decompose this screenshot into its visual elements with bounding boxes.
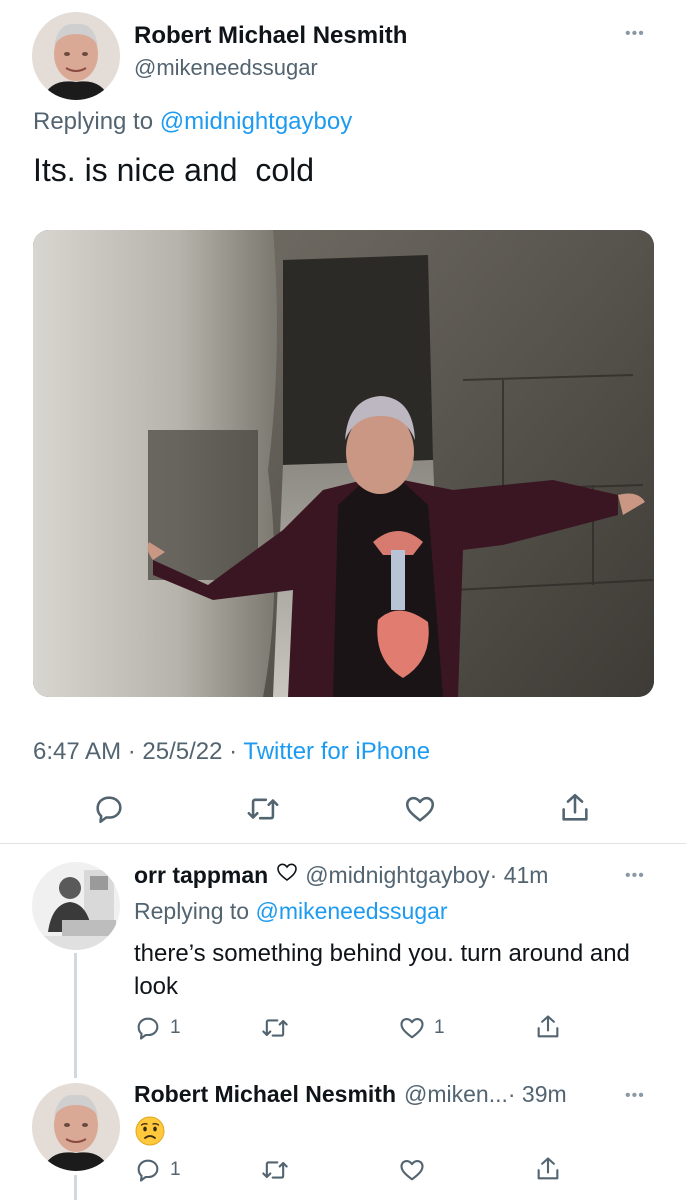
retweet-icon [262, 1161, 288, 1179]
thread-line [74, 1175, 77, 1200]
author-name[interactable]: Robert Michael Nesmith [134, 22, 407, 50]
share-button[interactable] [534, 1154, 562, 1184]
like-button[interactable] [403, 792, 437, 826]
replying-mention-link[interactable]: @mikeneedssugar [255, 898, 447, 924]
reply-time[interactable]: · 41m [490, 862, 549, 889]
reply-header: Robert Michael Nesmith @miken... · 39m [134, 1081, 567, 1108]
retweet-icon [247, 798, 279, 820]
reply-button[interactable]: 1 [134, 1156, 181, 1184]
replying-mention-link[interactable]: @midnightgayboy [160, 108, 352, 135]
reply-button[interactable] [92, 792, 126, 826]
replying-to-line: Replying to @mikeneedssugar [134, 898, 448, 925]
reply-author-avatar[interactable] [32, 862, 120, 950]
share-button[interactable] [558, 790, 592, 826]
like-count: 1 [434, 1017, 445, 1038]
retweet-button[interactable] [245, 792, 281, 826]
reply-author-avatar[interactable] [32, 1083, 120, 1171]
reply-author-handle[interactable]: @miken... [404, 1081, 508, 1108]
retweet-button[interactable] [260, 1156, 290, 1184]
ellipsis-icon[interactable]: ••• [625, 26, 645, 42]
replying-prefix: Replying to [33, 108, 160, 135]
reply-text: there’s something behind you. turn aroun… [134, 940, 630, 1000]
tweet-text: Its. is nice and cold [33, 152, 315, 188]
like-button[interactable]: 1 [398, 1014, 445, 1042]
reply-icon [137, 1017, 159, 1040]
tweet-meta: 6:47 AM · 25/5/22 · Twitter for iPhone [33, 738, 430, 766]
replying-prefix: Replying to [134, 898, 256, 924]
tweet-photo[interactable] [33, 230, 654, 697]
reply-button[interactable]: 1 [134, 1014, 181, 1042]
reply-count: 1 [170, 1159, 181, 1180]
heart-icon [405, 796, 435, 822]
reply-time[interactable]: · 39m [508, 1081, 567, 1108]
tweet-source-link[interactable]: Twitter for iPhone [243, 738, 430, 765]
replying-to-line: Replying to @midnightgayboy [33, 108, 352, 136]
heart-outline-icon [275, 860, 299, 890]
reply-author-name[interactable]: orr tappman [134, 862, 268, 889]
retweet-button[interactable] [260, 1014, 290, 1042]
reply-author-handle[interactable]: @midnightgayboy [305, 862, 489, 889]
author-handle[interactable]: @mikeneedssugar [134, 55, 318, 81]
share-icon [562, 793, 588, 821]
share-button[interactable] [534, 1012, 562, 1042]
heart-icon [400, 1017, 424, 1039]
heart-icon [400, 1159, 424, 1181]
reply-icon [96, 796, 122, 824]
reply-author-name[interactable]: Robert Michael Nesmith [134, 1081, 396, 1108]
share-icon [537, 1157, 559, 1180]
reply-count: 1 [170, 1017, 181, 1038]
like-button[interactable] [398, 1156, 426, 1184]
tweet-timestamp[interactable]: 6:47 AM · 25/5/22 · [33, 738, 243, 765]
worried-face-emoji [134, 1115, 166, 1147]
thread-line [74, 953, 77, 1078]
ellipsis-icon[interactable]: ••• [625, 1088, 645, 1104]
author-avatar[interactable] [32, 12, 120, 100]
reply-icon [137, 1159, 159, 1182]
divider [0, 843, 686, 844]
reply-header: orr tappman @midnightgayboy · 41m [134, 860, 548, 890]
share-icon [537, 1015, 559, 1038]
ellipsis-icon[interactable]: ••• [625, 868, 645, 884]
retweet-icon [262, 1019, 288, 1037]
